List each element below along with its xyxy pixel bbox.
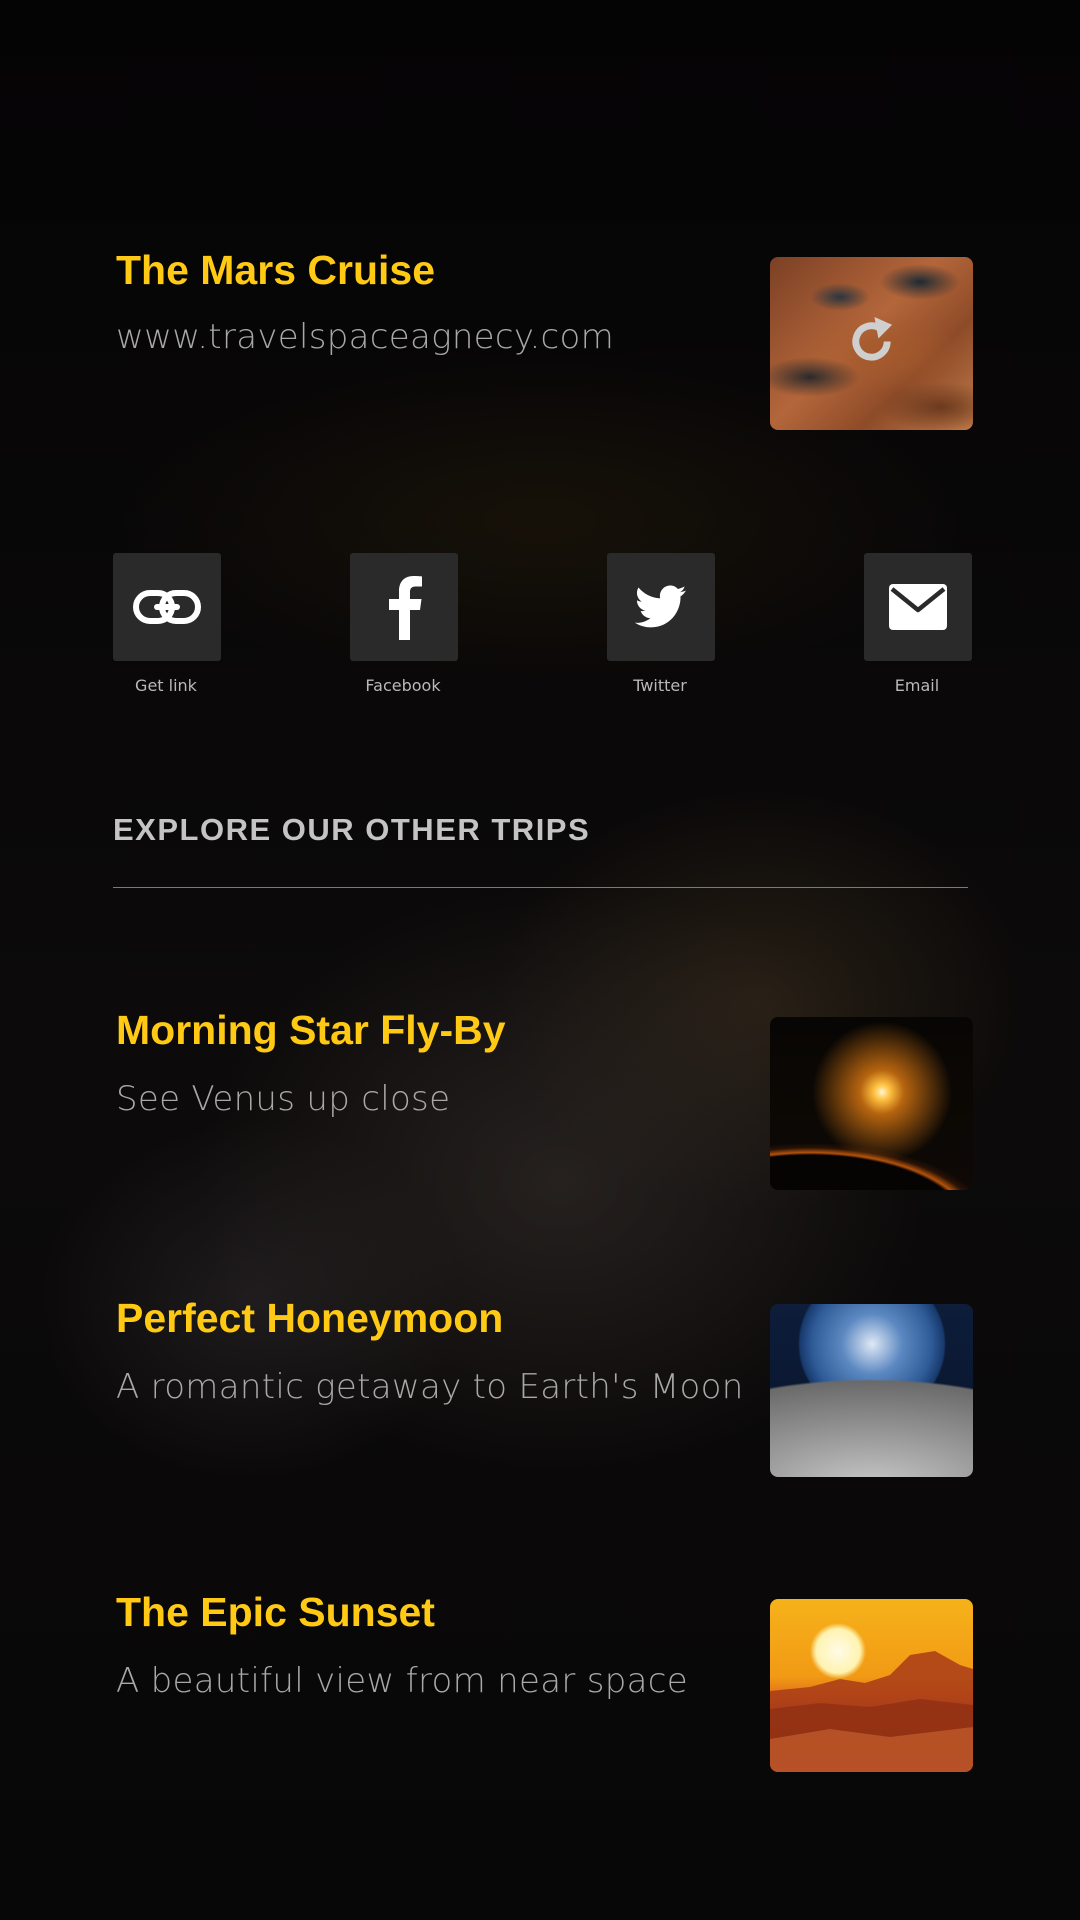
email-button[interactable]: [864, 553, 972, 661]
facebook-icon: [389, 576, 422, 640]
trip-subtitle: A romantic getaway to Earth's Moon: [116, 1367, 744, 1408]
sunset-scene: [770, 1651, 973, 1772]
trip-item-honeymoon[interactable]: Perfect Honeymoon A romantic getaway to …: [116, 1294, 744, 1408]
trip-thumbnail-honeymoon[interactable]: [770, 1304, 973, 1477]
trip-subtitle: See Venus up close: [116, 1079, 451, 1120]
trip-item-venus[interactable]: Morning Star Fly-By See Venus up close: [116, 1006, 736, 1119]
current-trip-thumbnail[interactable]: [770, 257, 973, 430]
email-label: Email: [894, 676, 940, 695]
twitter-button[interactable]: [607, 553, 715, 661]
get-link-button[interactable]: [113, 553, 221, 661]
current-trip-info: The Mars Cruise www.travelspaceagnecy.co…: [116, 246, 736, 357]
trip-thumbnail-sunset[interactable]: [770, 1599, 973, 1772]
trip-item-sunset[interactable]: The Epic Sunset A beautiful view from ne…: [116, 1588, 736, 1701]
current-trip-url[interactable]: www.travelspaceagnecy.com: [116, 317, 736, 357]
refresh-icon[interactable]: [844, 314, 899, 369]
trip-title: Perfect Honeymoon: [116, 1295, 504, 1341]
trip-thumbnail-venus[interactable]: [770, 1017, 973, 1190]
facebook-button[interactable]: [350, 553, 458, 661]
facebook-label: Facebook: [365, 676, 441, 695]
twitter-icon: [635, 585, 687, 628]
share-screen: The Mars Cruise www.travelspaceagnecy.co…: [0, 0, 1080, 1920]
trip-title: Morning Star Fly-By: [116, 1007, 506, 1053]
current-trip-title: The Mars Cruise: [116, 247, 435, 293]
link-icon: [133, 590, 201, 624]
email-icon: [889, 584, 947, 630]
trip-subtitle: A beautiful view from near space: [116, 1661, 688, 1702]
trip-title: The Epic Sunset: [116, 1589, 435, 1635]
get-link-label: Get link: [135, 676, 197, 695]
section-title: EXPLORE OUR OTHER TRIPS: [113, 812, 591, 847]
section-divider: [113, 887, 968, 888]
twitter-label: Twitter: [633, 676, 687, 695]
